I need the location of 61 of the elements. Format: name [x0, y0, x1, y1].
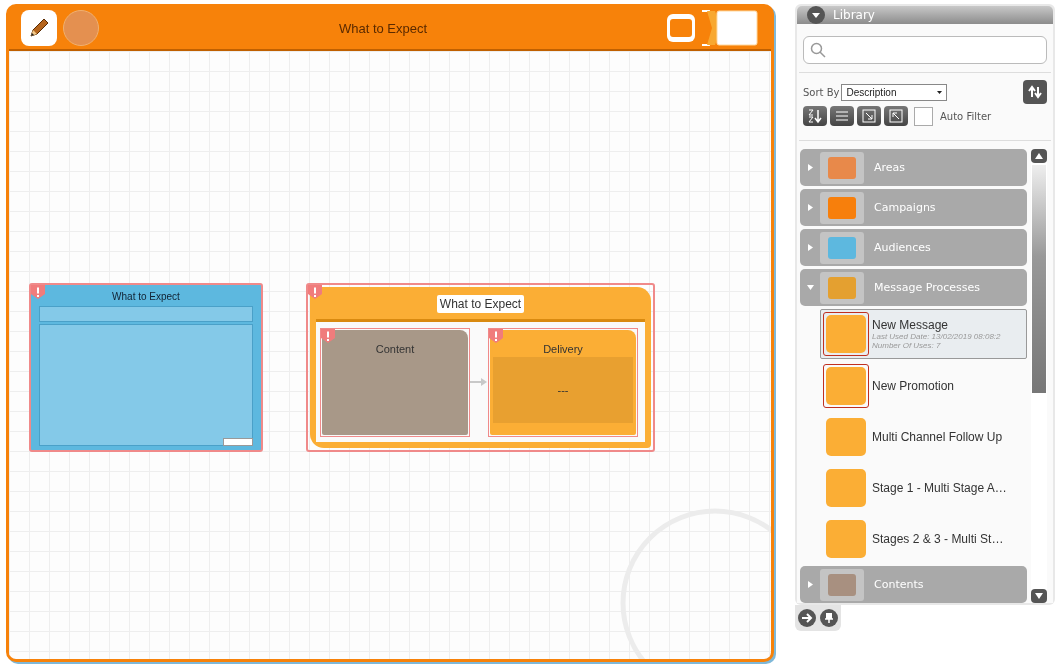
sort-label: Sort By [803, 86, 840, 98]
node-title: Content [375, 342, 415, 355]
audience-node[interactable]: What to Expect [29, 283, 263, 452]
library-item[interactable]: Multi Channel Follow Up [820, 413, 1027, 461]
library-title: Library [833, 8, 875, 22]
window-button[interactable] [667, 14, 695, 42]
collapsed-icon [807, 204, 813, 211]
delivery-node[interactable]: Delivery --- [488, 327, 638, 437]
category-swatch-icon [820, 191, 864, 224]
legend-chip [223, 438, 253, 446]
delivery-value: --- [493, 356, 633, 423]
item-detail: Last Used Date: 13/02/2019 08:08:2 [872, 332, 1001, 341]
pin-button[interactable] [820, 609, 838, 627]
library-item[interactable]: New Promotion [820, 362, 1027, 410]
library-item[interactable]: Stage 1 - Multi Stage A… [820, 464, 1027, 512]
node-title: What to Expect [436, 295, 525, 313]
process-node[interactable]: What to Expect Content Delivery --- [306, 283, 655, 452]
expanded-icon [806, 285, 814, 290]
flag-icon[interactable] [701, 10, 759, 46]
sort-az-icon [807, 108, 823, 124]
scroll-up-button[interactable] [1031, 149, 1047, 163]
item-detail: Number Of Uses: 7 [872, 341, 942, 350]
category-swatch-icon [820, 151, 864, 184]
collapsed-icon [807, 164, 813, 171]
scrollbar[interactable] [1031, 149, 1047, 603]
collapse-button[interactable] [884, 106, 908, 126]
scroll-down-button[interactable] [1031, 589, 1047, 603]
down-arrow-icon [1034, 592, 1044, 600]
canvas-title: What to Expect [337, 20, 429, 36]
auto-filter-label: Auto Filter [940, 110, 992, 122]
scroll-thumb[interactable] [1032, 165, 1046, 393]
sort-az-button[interactable] [803, 106, 827, 126]
refresh-button[interactable] [1023, 80, 1047, 104]
library-item[interactable]: New Message Last Used Date: 13/02/2019 08:08:2 Number Of Uses: 7 [820, 309, 1027, 359]
up-arrow-icon [1034, 152, 1044, 160]
collapsed-icon [807, 244, 813, 251]
dropdown-caret-icon [937, 90, 943, 94]
refresh-icon [1027, 84, 1043, 100]
node-title: Delivery [543, 342, 583, 355]
next-button[interactable] [798, 609, 816, 627]
library-item[interactable]: Stages 2 & 3 - Multi St… [820, 515, 1027, 563]
expand-button[interactable] [857, 106, 881, 126]
category-swatch-icon [820, 271, 864, 304]
sort-dropdown[interactable]: Description [841, 83, 948, 101]
collapse-all-icon [889, 109, 903, 123]
list-button[interactable] [830, 106, 854, 126]
pin-icon [823, 612, 835, 624]
search-icon [810, 42, 826, 58]
edit-button[interactable] [21, 10, 57, 46]
auto-filter-checkbox[interactable] [914, 106, 933, 126]
category-swatch-icon [820, 568, 864, 601]
node-title: What to Expect [111, 291, 181, 302]
collapsed-icon [807, 581, 813, 588]
search-field[interactable] [803, 36, 1047, 64]
connector-arrow [470, 377, 488, 387]
list-icon [835, 110, 849, 122]
pencil-icon [27, 16, 51, 40]
expand-icon [862, 109, 876, 123]
content-node[interactable]: Content [320, 327, 470, 437]
right-arrow-icon [801, 612, 813, 624]
category-swatch-icon [820, 231, 864, 264]
